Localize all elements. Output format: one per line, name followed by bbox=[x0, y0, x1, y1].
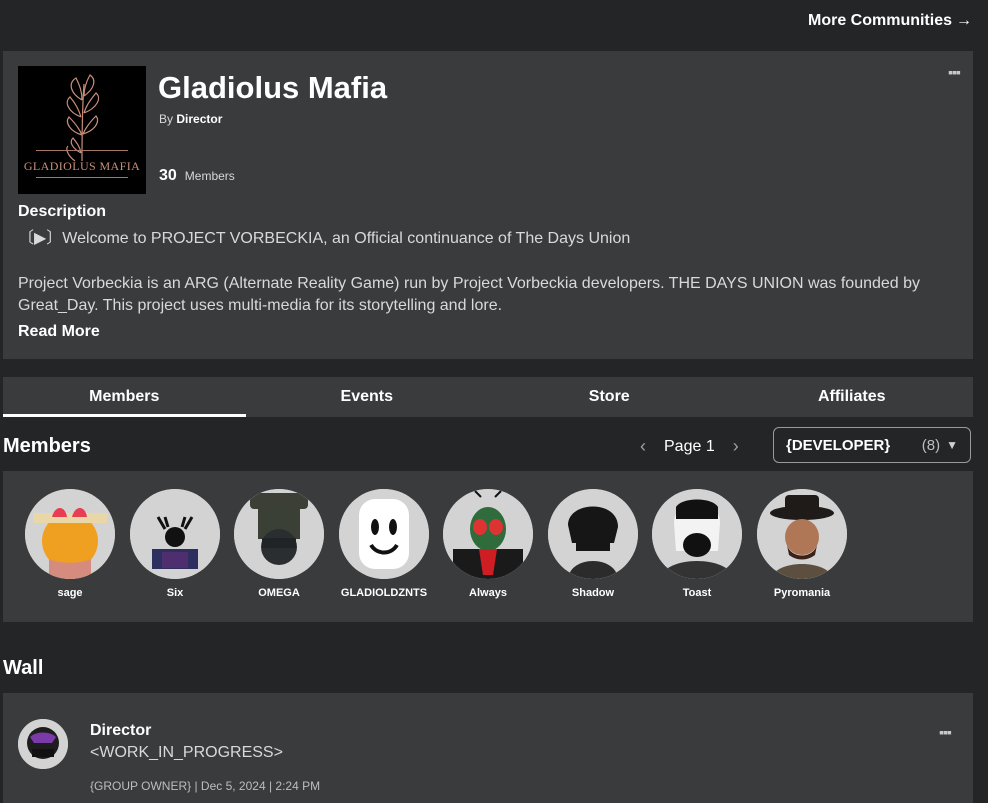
read-more-link[interactable]: Read More bbox=[18, 323, 100, 341]
post-text: <WORK_IN_PROGRESS> bbox=[90, 744, 283, 761]
logo-rule-bottom bbox=[36, 177, 128, 178]
member-always[interactable]: Always bbox=[438, 489, 538, 599]
member-name: Pyromania bbox=[773, 587, 831, 599]
avatar bbox=[25, 489, 115, 579]
tab-events[interactable]: Events bbox=[246, 377, 489, 417]
avatar bbox=[652, 489, 742, 579]
member-name: GLADIOLDZNTS bbox=[340, 587, 428, 599]
group-tabs: Members Events Store Affiliates bbox=[3, 377, 973, 417]
member-omega[interactable]: OMEGA bbox=[229, 489, 329, 599]
member-gladioldznts[interactable]: GLADIOLDZNTS bbox=[334, 489, 434, 599]
role-count: (8) bbox=[921, 436, 941, 454]
member-six[interactable]: Six bbox=[125, 489, 225, 599]
member-pyromania[interactable]: Pyromania bbox=[752, 489, 852, 599]
tab-members[interactable]: Members bbox=[3, 377, 246, 417]
owner-link[interactable]: Director bbox=[176, 112, 222, 126]
wall-heading: Wall bbox=[3, 657, 44, 679]
avatar bbox=[130, 489, 220, 579]
more-communities-label: More Communities bbox=[807, 12, 952, 29]
more-dots-icon[interactable]: ▪▪▪ bbox=[948, 65, 961, 79]
logo-text: GLADIOLUS MAFIA bbox=[23, 159, 141, 173]
group-logo: GLADIOLUS MAFIA bbox=[18, 66, 146, 194]
description-line-1: 〔▶〕Welcome to PROJECT VORBECKIA, an Offi… bbox=[18, 230, 631, 247]
post-author-avatar[interactable] bbox=[18, 719, 68, 769]
member-sage[interactable]: sage bbox=[20, 489, 120, 599]
member-count-label: Members bbox=[184, 169, 235, 183]
description-heading: Description bbox=[18, 203, 107, 220]
member-name: OMEGA bbox=[258, 587, 300, 599]
chevron-down-icon: ▼ bbox=[946, 438, 958, 452]
chevron-left-icon[interactable]: ‹ bbox=[640, 436, 646, 457]
group-name: Gladiolus Mafia bbox=[158, 70, 388, 105]
member-name: Six bbox=[166, 587, 184, 599]
group-header-card: GLADIOLUS MAFIA Gladiolus Mafia By Direc… bbox=[3, 51, 973, 359]
member-count-value: 30 bbox=[159, 167, 177, 184]
members-pager: ‹ Page 1 › bbox=[640, 436, 739, 457]
group-owner-line: By Director bbox=[159, 112, 222, 126]
member-name: Toast bbox=[682, 587, 712, 599]
avatar bbox=[234, 489, 324, 579]
member-toast[interactable]: Toast bbox=[647, 489, 747, 599]
role-dropdown[interactable]: {DEVELOPER} (8) ▼ bbox=[773, 427, 971, 463]
members-heading: Members bbox=[3, 435, 91, 457]
post-author-name[interactable]: Director bbox=[90, 722, 151, 740]
member-name: Always bbox=[469, 587, 507, 599]
post-meta: {GROUP OWNER} | Dec 5, 2024 | 2:24 PM bbox=[90, 779, 321, 793]
avatar bbox=[443, 489, 533, 579]
tab-affiliates[interactable]: Affiliates bbox=[731, 377, 974, 417]
members-list-card: sage Six OMEGA GLADIOLDZNTS Always Shado… bbox=[3, 471, 973, 622]
member-count: 30 Members bbox=[159, 167, 235, 185]
gladiolus-flower-icon bbox=[66, 74, 100, 162]
by-label: By bbox=[159, 112, 174, 126]
chevron-right-icon[interactable]: › bbox=[733, 436, 739, 457]
role-label: {DEVELOPER} bbox=[786, 436, 891, 454]
member-name: Shadow bbox=[571, 587, 615, 599]
avatar bbox=[548, 489, 638, 579]
avatar bbox=[757, 489, 847, 579]
description-line-2: Project Vorbeckia is an ARG (Alternate R… bbox=[18, 275, 921, 314]
arrow-right-icon: → bbox=[956, 12, 972, 29]
page-label: Page 1 bbox=[664, 437, 715, 455]
logo-rule-top bbox=[36, 150, 128, 151]
wall-post-card: Director <WORK_IN_PROGRESS> {GROUP OWNER… bbox=[3, 693, 973, 803]
member-shadow[interactable]: Shadow bbox=[543, 489, 643, 599]
more-dots-icon[interactable]: ▪▪▪ bbox=[939, 725, 952, 739]
member-name: sage bbox=[57, 587, 83, 599]
description-text: 〔▶〕Welcome to PROJECT VORBECKIA, an Offi… bbox=[18, 228, 938, 340]
more-communities-link[interactable]: More Communities → bbox=[808, 12, 972, 30]
tab-store[interactable]: Store bbox=[488, 377, 731, 417]
avatar bbox=[339, 489, 429, 579]
